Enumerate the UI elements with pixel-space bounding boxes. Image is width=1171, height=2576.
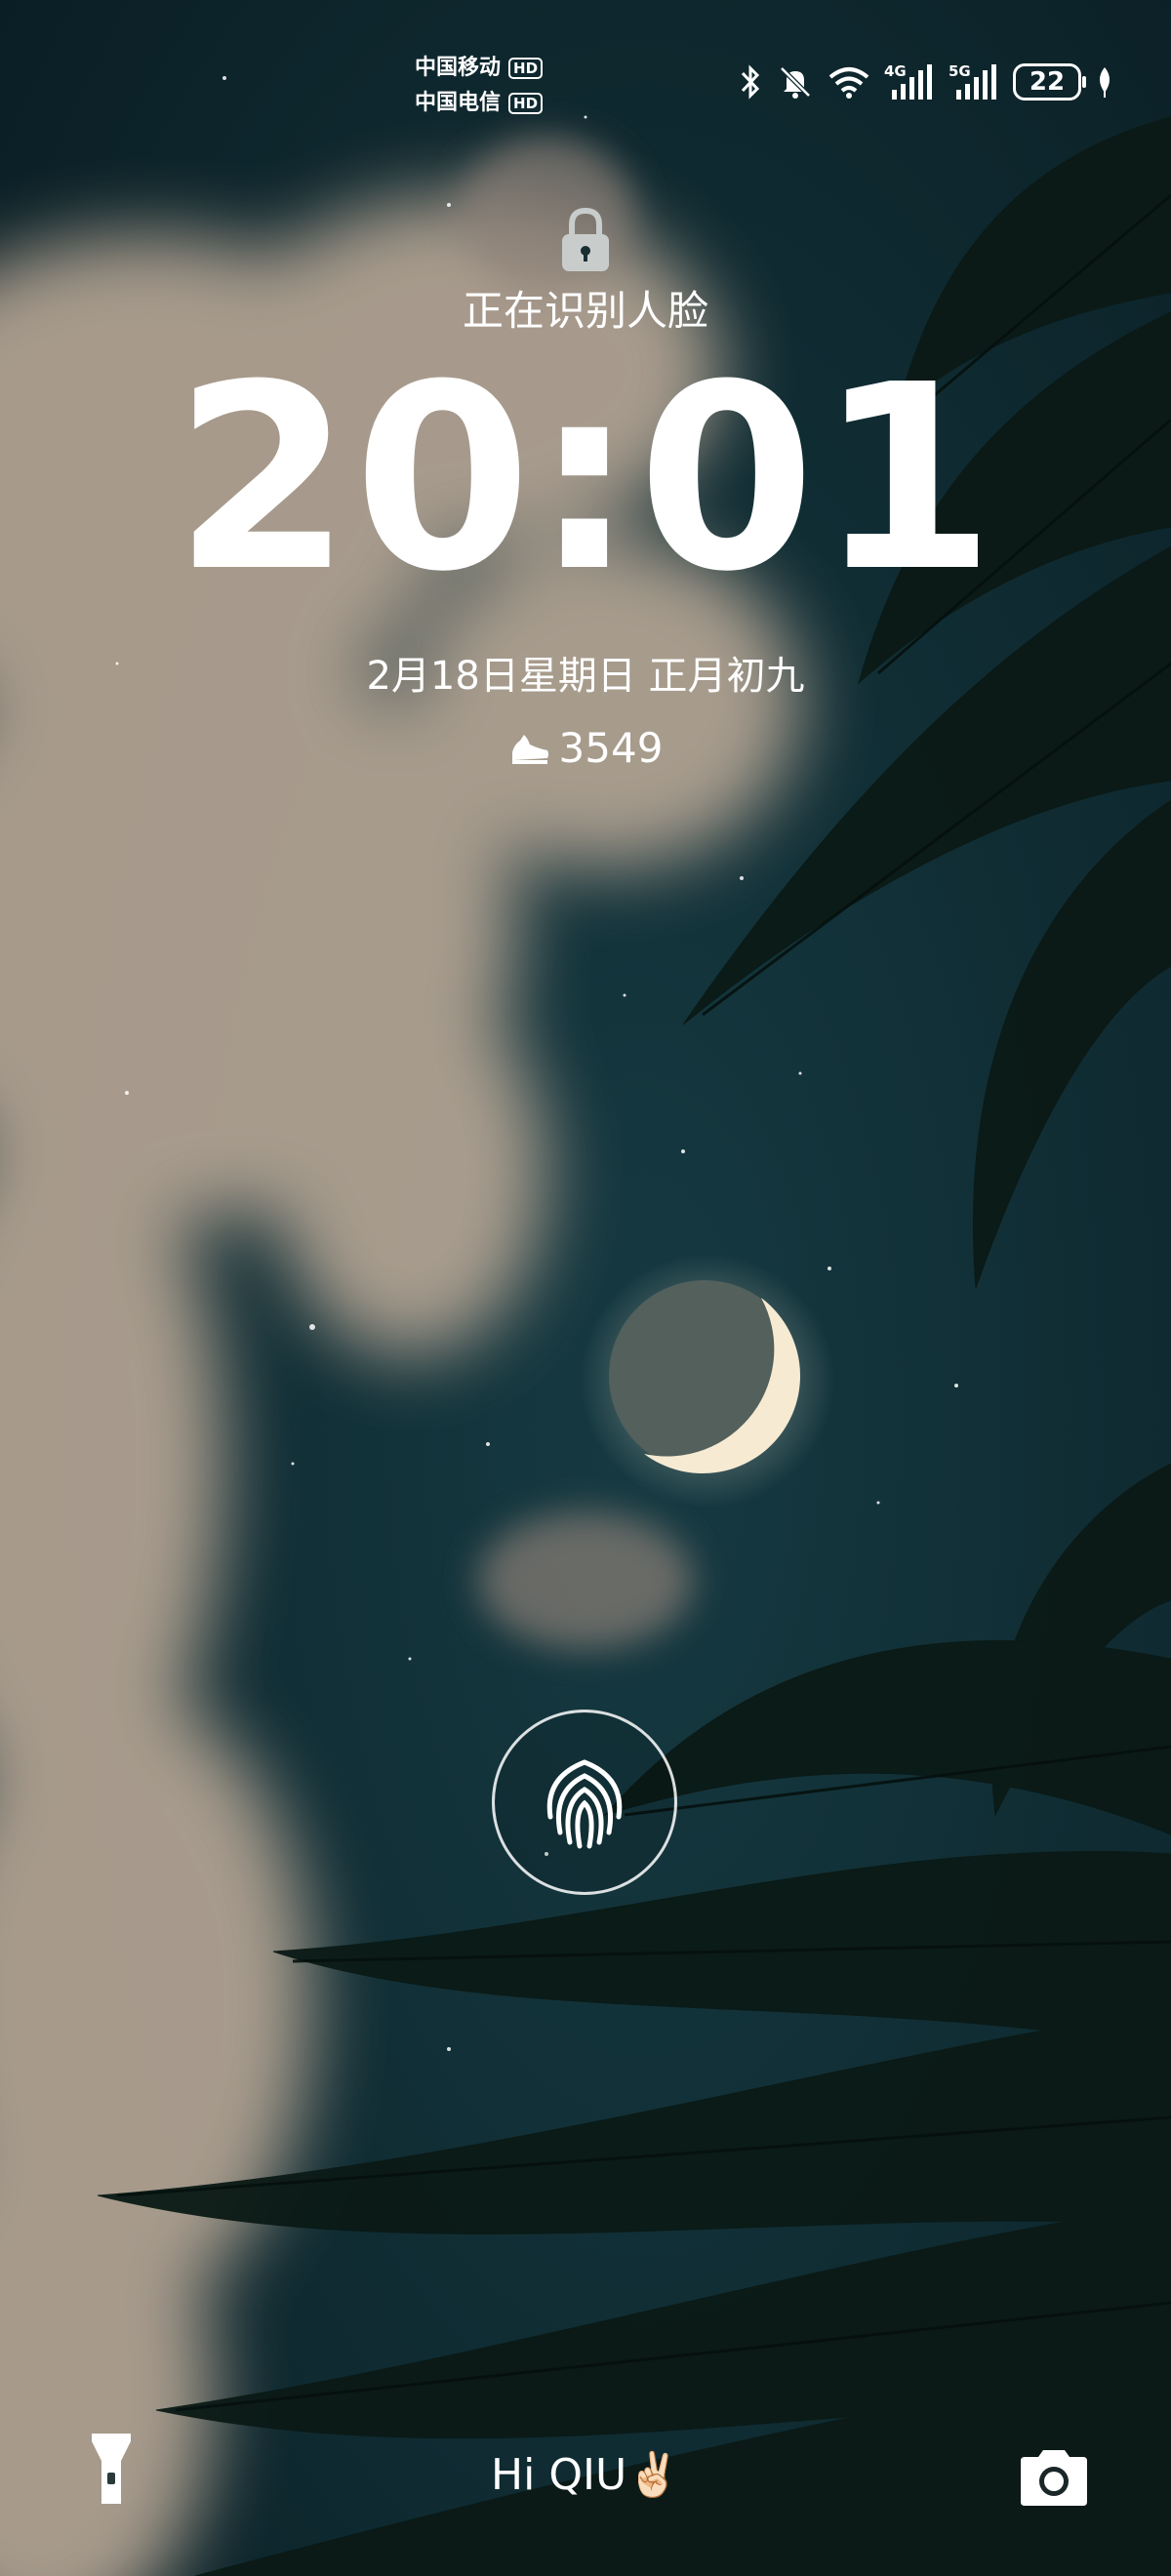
signal-icon: 4G [884,62,932,100]
carrier-info: 中国移动 HD 中国电信 HD [415,51,544,121]
carrier-1-label: 中国移动 [415,56,502,80]
moon [581,1254,834,1508]
greeting-text: Hi QIU✌🏻 [491,2450,680,2500]
leaf-icon [1100,67,1110,98]
step-counter: 3549 [0,724,1171,772]
network-type-5g: 5G [949,62,971,80]
wifi-icon [828,67,869,99]
fingerprint-button[interactable] [492,1710,677,1895]
face-recognition-status: 正在识别人脸 [462,287,708,335]
carrier-row-2: 中国电信 HD [415,86,544,121]
carrier-2-label: 中国电信 [415,91,502,115]
status-icons: 4G 5G 22 [738,62,1114,101]
fingerprint-icon [546,1759,623,1849]
signal-icon: 5G [949,62,996,100]
step-count: 3549 [558,724,664,772]
hd-badge: HD [508,93,544,114]
battery-icon: 22 [1013,63,1086,101]
carrier-row-1: 中国移动 HD [415,51,544,86]
date-lunar-label: 2月18日星期日 正月初九 [366,654,805,699]
network-type-4g: 4G [884,62,907,80]
lock-icon [562,207,609,271]
hd-badge: HD [508,58,544,79]
battery-level: 22 [1029,67,1066,97]
clock-time: 20:01 [174,330,997,627]
mute-icon [780,66,811,99]
camera-icon[interactable] [1017,2447,1091,2508]
shoe-icon [511,734,548,764]
bluetooth-icon [741,64,760,100]
